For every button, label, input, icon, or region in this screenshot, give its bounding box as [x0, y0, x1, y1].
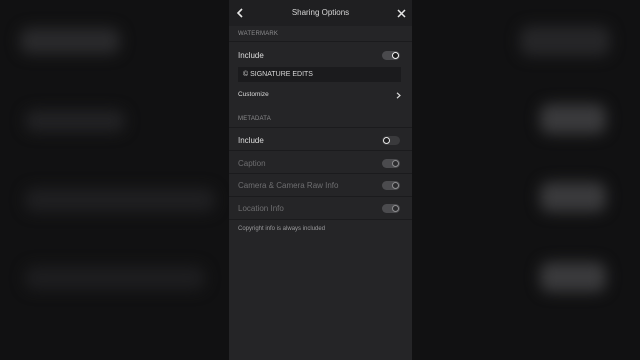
toggle-knob	[392, 160, 399, 167]
blurred-shape	[25, 266, 205, 290]
watermark-include-toggle[interactable]	[382, 51, 400, 60]
blurred-shape	[540, 182, 606, 212]
caption-label: Caption	[238, 159, 266, 168]
blurred-shape	[25, 110, 125, 132]
close-button[interactable]	[394, 6, 408, 20]
divider	[229, 41, 412, 42]
blurred-shape	[540, 104, 606, 134]
watermark-text-field[interactable]: © SIGNATURE EDITS	[238, 67, 401, 82]
watermark-text-value: © SIGNATURE EDITS	[243, 71, 313, 78]
copyright-note: Copyright info is always included	[238, 226, 326, 232]
metadata-include-toggle[interactable]	[382, 136, 400, 145]
camera-info-toggle[interactable]	[382, 181, 400, 190]
metadata-section-title: METADATA	[238, 116, 271, 122]
chevron-right-icon[interactable]	[396, 92, 401, 99]
toggle-knob	[392, 52, 399, 59]
divider	[229, 219, 412, 220]
close-icon	[396, 8, 406, 18]
blurred-shape	[25, 188, 215, 212]
camera-info-label: Camera & Camera Raw Info	[238, 181, 339, 190]
location-info-toggle[interactable]	[382, 204, 400, 213]
blurred-shape	[540, 262, 606, 292]
toggle-knob	[392, 182, 399, 189]
watermark-section-title: WATERMARK	[238, 31, 279, 37]
divider	[229, 150, 412, 151]
divider	[229, 196, 412, 197]
divider	[229, 127, 412, 128]
header-title: Sharing Options	[291, 8, 350, 17]
watermark-include-label: Include	[238, 51, 264, 60]
toggle-knob	[392, 205, 399, 212]
blurred-shape	[20, 28, 120, 54]
sharing-options-sheet: Sharing Options WATERMARK Include © SIGN…	[229, 0, 412, 360]
header-bar: Sharing Options	[229, 0, 412, 26]
customize-label[interactable]: Customize	[238, 91, 269, 98]
metadata-include-label: Include	[238, 136, 264, 145]
location-info-label: Location Info	[238, 204, 284, 213]
toggle-knob	[383, 137, 390, 144]
divider	[229, 173, 412, 174]
caption-toggle[interactable]	[382, 159, 400, 168]
blurred-shape	[520, 26, 610, 56]
